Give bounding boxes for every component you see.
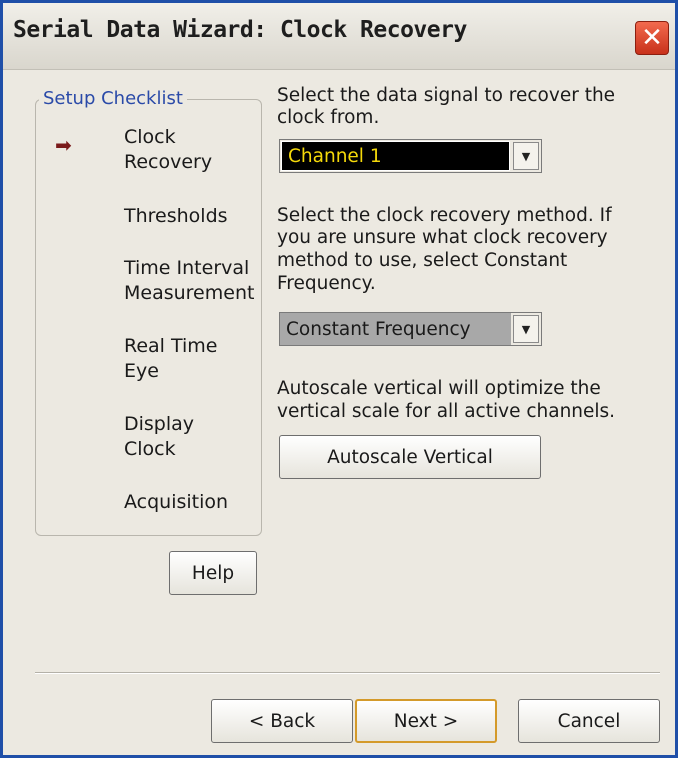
checklist-step-thresholds: Thresholds xyxy=(124,204,228,229)
method-prompt-line3: method to use, select Constant xyxy=(277,250,568,271)
step-label-line1: Thresholds xyxy=(124,205,228,227)
data-signal-select[interactable]: Channel 1 ▼ xyxy=(279,139,542,173)
step-label-line2: Eye xyxy=(124,360,159,382)
title-bar[interactable]: Serial Data Wizard: Clock Recovery ✕ xyxy=(3,3,675,70)
help-button[interactable]: Help xyxy=(169,551,257,595)
method-prompt-line2: you are unsure what clock recovery xyxy=(277,227,608,248)
back-button[interactable]: < Back xyxy=(211,699,353,743)
autoscale-note-line1: Autoscale vertical will optimize the xyxy=(277,378,601,399)
clock-recovery-method-value: Constant Frequency xyxy=(280,313,511,345)
signal-prompt-line1: Select the data signal to recover the xyxy=(277,85,616,106)
step-label-line1: Display xyxy=(124,413,195,435)
checklist-step-clock-recovery: Clock Recovery xyxy=(124,125,212,175)
autoscale-vertical-button[interactable]: Autoscale Vertical xyxy=(279,435,541,479)
window-title: Serial Data Wizard: Clock Recovery xyxy=(13,17,467,43)
cancel-button[interactable]: Cancel xyxy=(518,699,660,743)
close-icon: ✕ xyxy=(641,23,663,53)
close-button[interactable]: ✕ xyxy=(635,21,669,55)
checklist-step-display-clock: Display Clock xyxy=(124,412,194,462)
step-label-line2: Measurement xyxy=(124,282,255,304)
step-label-line2: Clock xyxy=(124,438,176,460)
step-label-line1: Clock xyxy=(124,126,176,148)
step-label-line1: Time Interval xyxy=(124,257,250,279)
current-step-arrow-icon: ➡ xyxy=(55,133,72,157)
method-prompt-line4: Frequency. xyxy=(277,273,376,294)
data-signal-value: Channel 1 xyxy=(281,141,510,171)
signal-prompt-line2: clock from. xyxy=(277,107,380,128)
chevron-down-icon[interactable]: ▼ xyxy=(513,142,539,170)
step-label-line2: Recovery xyxy=(124,151,213,173)
footer-divider xyxy=(35,672,660,674)
checklist-step-time-interval-measurement: Time Interval Measurement xyxy=(124,256,254,306)
checklist-step-real-time-eye: Real Time Eye xyxy=(124,334,218,384)
step-label-line1: Real Time xyxy=(124,335,218,357)
chevron-down-icon[interactable]: ▼ xyxy=(513,315,539,343)
clock-recovery-method-select[interactable]: Constant Frequency ▼ xyxy=(279,312,542,346)
next-button[interactable]: Next > xyxy=(355,699,497,743)
setup-checklist-legend: Setup Checklist xyxy=(39,88,187,109)
wizard-dialog: Serial Data Wizard: Clock Recovery ✕ Set… xyxy=(0,0,678,758)
autoscale-note-line2: vertical scale for all active channels. xyxy=(277,401,616,422)
step-label-line1: Acquisition xyxy=(124,491,229,513)
checklist-step-acquisition: Acquisition xyxy=(124,490,228,515)
method-prompt-line1: Select the clock recovery method. If xyxy=(277,205,612,226)
